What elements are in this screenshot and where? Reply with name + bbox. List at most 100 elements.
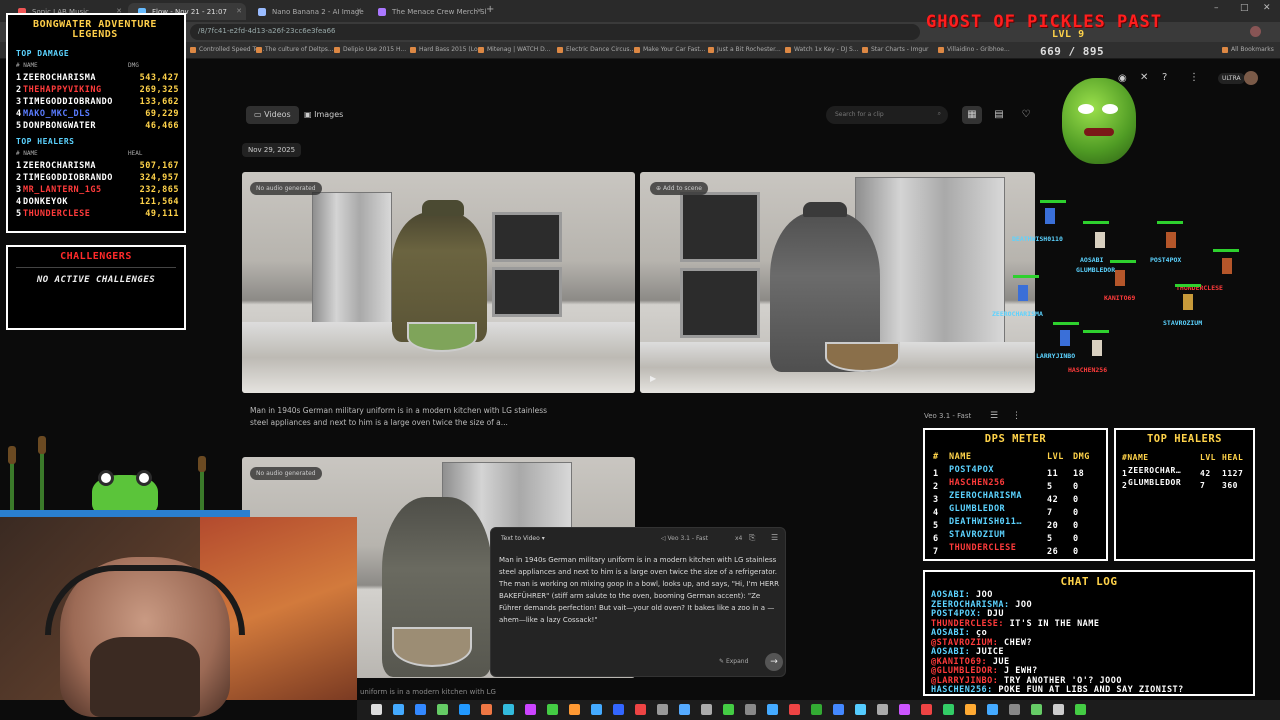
no-audio-badge: No audio generated: [250, 467, 322, 480]
more-menu-icon[interactable]: ⋮: [1189, 72, 1199, 83]
chat-text: IT'S IN THE NAME: [1009, 618, 1100, 629]
chat-text: JUE: [992, 656, 1010, 667]
bookmark[interactable]: The culture of Deltps...: [256, 46, 334, 53]
expand-button[interactable]: ✎ Expand: [719, 658, 748, 665]
pencil-icon: ✎: [719, 658, 726, 665]
more-options-icon[interactable]: ⋮: [1012, 411, 1021, 421]
model-selector[interactable]: ◁ Veo 3.1 - Fast: [661, 535, 708, 542]
app-icon[interactable]: [635, 704, 646, 715]
menu-icon[interactable]: ☰: [771, 533, 778, 542]
app-icon[interactable]: [723, 704, 734, 715]
help-icon[interactable]: ?: [1162, 72, 1167, 83]
app-icon[interactable]: [855, 704, 866, 715]
tab-videos[interactable]: ▭ Videos: [246, 106, 299, 124]
app-icon[interactable]: [1053, 704, 1064, 715]
value-cell: 543,427: [139, 73, 179, 83]
tab-images[interactable]: ▣ Images: [296, 106, 351, 124]
app-icon[interactable]: [745, 704, 756, 715]
grid-large-view-button[interactable]: ▦: [962, 106, 982, 124]
app-icon[interactable]: [789, 704, 800, 715]
close-icon[interactable]: ✕: [476, 7, 482, 15]
app-icon[interactable]: [371, 704, 382, 715]
play-icon[interactable]: ▶: [650, 374, 656, 383]
app-icon[interactable]: [525, 704, 536, 715]
chat-text: J EWH?: [1004, 666, 1038, 676]
bookmark[interactable]: Watch 1x Key - DJ S...: [785, 46, 859, 53]
player-sprite: [1166, 232, 1176, 248]
app-icon[interactable]: [657, 704, 668, 715]
app-icon[interactable]: [547, 704, 558, 715]
app-icon[interactable]: [987, 704, 998, 715]
boss-title: GHOST OF PICKLES PAST: [926, 12, 1162, 32]
maximize-icon[interactable]: □: [1240, 3, 1249, 13]
bookmark[interactable]: Hard Bass 2015 (Lo...: [410, 46, 483, 53]
app-icon[interactable]: [877, 704, 888, 715]
pickle-boss-image: [1062, 78, 1136, 164]
chevron-down-icon: ▾: [539, 535, 545, 542]
app-icon[interactable]: [811, 704, 822, 715]
browser-tab[interactable]: The Menace Crew Merch Shop✕: [368, 3, 486, 20]
app-icon[interactable]: [1009, 704, 1020, 715]
send-arrow-icon[interactable]: →: [765, 653, 783, 671]
name-cell: MAKO_MKC_DLS: [23, 109, 91, 119]
settings-sliders-icon[interactable]: ☰: [990, 411, 998, 421]
app-icon[interactable]: [393, 704, 404, 715]
grid-small-view-button[interactable]: ▤: [989, 106, 1009, 124]
app-icon[interactable]: [833, 704, 844, 715]
bookmark[interactable]: All Bookmarks: [1222, 46, 1274, 53]
app-icon[interactable]: [613, 704, 624, 715]
bookmark[interactable]: Controlled Speed Te...: [190, 46, 265, 53]
app-icon[interactable]: [965, 704, 976, 715]
app-icon[interactable]: [591, 704, 602, 715]
close-window-icon[interactable]: ✕: [1263, 3, 1271, 13]
new-tab-plus-icon[interactable]: +: [486, 4, 494, 15]
video-card[interactable]: No audio generated: [242, 172, 635, 393]
app-icon[interactable]: [701, 704, 712, 715]
app-icon[interactable]: [1075, 704, 1086, 715]
video-card[interactable]: ⊕ Add to scene ▶: [640, 172, 1035, 393]
hp-bar: [1213, 249, 1239, 252]
app-icon[interactable]: [481, 704, 492, 715]
search-input[interactable]: Search for a clip ⌕: [826, 106, 948, 124]
close-icon[interactable]: ✕: [236, 7, 242, 15]
bookmark[interactable]: Electric Dance Circus...: [557, 46, 635, 53]
app-icon[interactable]: [503, 704, 514, 715]
app-icon[interactable]: [767, 704, 778, 715]
app-icon[interactable]: [437, 704, 448, 715]
profile-avatar[interactable]: [1250, 26, 1261, 37]
close-icon[interactable]: ✕: [356, 7, 362, 15]
copy-icon[interactable]: ⎘: [749, 533, 755, 543]
rank-cell: 2: [16, 85, 22, 95]
app-icon[interactable]: [921, 704, 932, 715]
hp-bar: [1083, 221, 1109, 224]
output-count[interactable]: x4: [735, 535, 742, 542]
minimize-icon[interactable]: –: [1214, 3, 1219, 13]
browser-tab[interactable]: Nano Banana 2 - AI Image Gen✕: [248, 3, 366, 20]
bookmark[interactable]: Villaidino - Gribhoe...: [938, 46, 1010, 53]
app-icon[interactable]: [459, 704, 470, 715]
bookmark[interactable]: Just a Bit Rochester...: [708, 46, 781, 53]
bookmark[interactable]: Star Charts - Imgur: [862, 46, 929, 53]
bowl-image: [392, 627, 472, 667]
add-to-scene-button[interactable]: ⊕ Add to scene: [650, 182, 709, 195]
app-icon[interactable]: [943, 704, 954, 715]
chat-message: ZEEROCHARISMA: JOO: [931, 600, 1032, 610]
bookmark[interactable]: Delipio Use 2015 H...: [334, 46, 406, 53]
app-icon[interactable]: [899, 704, 910, 715]
bookmark[interactable]: Make Your Car Fast...: [634, 46, 705, 53]
mode-dropdown[interactable]: Text to Video ▾: [501, 535, 545, 542]
leaderboard-row: 2THEHAPPYVIKING 269,325: [16, 85, 179, 96]
bookmark[interactable]: Mitenag | WATCH D...: [478, 46, 551, 53]
level-cell: 26: [1047, 547, 1059, 557]
app-icon[interactable]: [1031, 704, 1042, 715]
user-avatar[interactable]: [1244, 71, 1258, 85]
app-icon[interactable]: [679, 704, 690, 715]
app-icon[interactable]: [569, 704, 580, 715]
prompt-text[interactable]: Man in 1940s German military uniform is …: [499, 554, 783, 626]
player-sprite: [1222, 258, 1232, 274]
damage-cell: 0: [1073, 547, 1079, 557]
app-icon[interactable]: [415, 704, 426, 715]
leaderboard-row: 4MAKO_MKC_DLS 69,229: [16, 109, 179, 120]
x-social-icon[interactable]: ✕: [1140, 72, 1148, 83]
favorites-heart-icon[interactable]: ♡: [1016, 106, 1036, 124]
